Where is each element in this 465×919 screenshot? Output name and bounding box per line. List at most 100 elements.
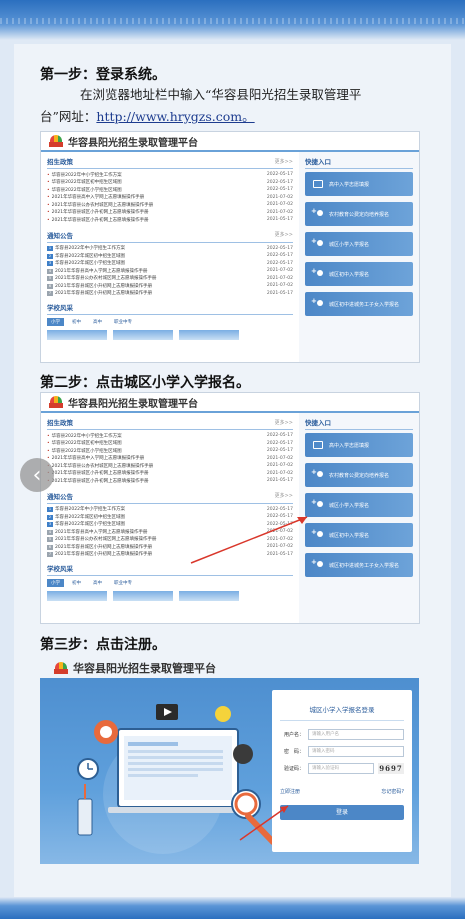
notice-item-title[interactable]: 华容县2022年城区初中招生区域图 [55,254,125,259]
policy-item-date: 2021-07-02 [266,194,293,200]
platform-name: 华容县阳光招生录取管理平台 [68,137,198,149]
gallery-thumb[interactable] [113,330,173,340]
step1-title: 第一步：登录系统。 [40,67,166,83]
policy-list-item[interactable]: •2021年华容县公办农村城区网上志愿填报操作手册 2021-07-02 [47,201,293,209]
notice-item-date: 2021-07-02 [266,268,293,274]
portal-header: 华容县阳光招生录取管理平台 [41,132,419,152]
notice-item-title[interactable]: 2021年华容县高中入学网上志愿填报操作手册 [55,269,147,274]
policy-item-title[interactable]: 2021年华容县公办农村城区网上志愿填报操作手册 [52,203,153,208]
step1-text-line2: 台”网址：http://www.hrygzs.com。 [40,106,255,128]
gallery-tab[interactable]: 初中 [68,318,85,326]
quick-entry-label: 农村教育公费定向培养报名 [329,211,390,218]
notice-item-date: 2021-07-02 [266,283,293,289]
bullet-icon: • [47,210,50,216]
carousel-prev-icon[interactable]: ‹ [20,458,54,492]
gallery-tab[interactable]: 高中 [89,318,106,326]
platform-url-link[interactable]: http://www.hrygzs.com。 [96,109,254,124]
platform-logo-icon [49,135,63,147]
notice-list-item[interactable]: 5 2021年华容县公办农村城区网上志愿填报操作手册 2021-07-02 [47,275,293,283]
notice-item-title-wrap: 6 2021年华容县城区小升初网上志愿填报操作手册 [47,283,152,289]
quick-entry-label: 城区小学入学报名 [329,241,370,248]
policy-item-title-wrap: • 华容县2022年城区初中招生区域图 [47,179,122,185]
bullet-icon: • [47,172,50,178]
notice-item-date: 2022-05-17 [266,260,293,266]
policy-item-title-wrap: • 2021年华容县高中入学网上志愿填报操作手册 [47,194,144,200]
policy-item-title[interactable]: 2021年华容县城区小升初网上志愿填报操作手册 [52,210,149,215]
rank-badge: 5 [47,276,53,282]
notice-item-date: 2021-07-02 [266,275,293,281]
rank-badge: 7 [47,291,53,297]
policy-list-item[interactable]: • 华容县2022年中小学招生工作方案 2022-05-17 [47,171,293,179]
notice-item-date: 2021-05-17 [266,290,293,296]
policy-item-title-wrap: •2021年华容县城区小升初网上志愿填报操作手册 [47,209,149,215]
step2-title: 第二步：点击城区小学入学报名。 [40,375,250,391]
notice-item-date: 2022-05-17 [266,253,293,259]
notice-item-title[interactable]: 2021年华容县城区小升初网上志愿填报操作手册 [55,284,152,289]
login-page-header: 华容县阳光招生录取管理平台 [54,660,216,676]
gallery-thumb[interactable] [179,330,239,340]
gallery-tab[interactable]: 小学 [47,318,64,326]
policy-item-title[interactable]: 华容县2022年城区小学招生区域图 [52,188,122,193]
notice-item-title-wrap: 3 华容县2022年城区小学招生区域图 [47,260,125,267]
policy-list-item[interactable]: •2021年华容县城区小升初网上志愿填报操作手册 2021-07-02 [47,209,293,217]
policy-item-title-wrap: •2021年华容县公办农村城区网上志愿填报操作手册 [47,202,153,208]
policy-list-item[interactable]: • 华容县2022年城区小学招生区域图 2022-05-17 [47,186,293,194]
notice-list-item[interactable]: 1 华容县2022年中小学招生工作方案 2022-05-17 [47,245,293,253]
rank-badge: 1 [47,246,53,252]
notice-item-title-wrap: 1 华容县2022年中小学招生工作方案 [47,245,125,252]
policy-more-link[interactable]: 更多>> [275,158,293,165]
portal-screenshot-1: 华容县阳光招生录取管理平台 招生政策 更多>> • 华容县2022年中小学招生工作方… [40,131,420,363]
policy-list-item[interactable]: • 华容县2022年城区初中招生区域图 2022-05-17 [47,179,293,187]
policy-item-date: 2022-05-17 [266,172,293,178]
bullet-icon: • [47,180,50,186]
quick-entry-button[interactable]: 高中入学志愿填报 [305,172,413,196]
platform-name: 华容县阳光招生录取管理平台 [73,662,216,675]
policy-item-date: 2021-07-02 [266,209,293,215]
notice-list-item[interactable]: 7 2021年华容县城区小升初网上志愿填报操作手册 2021-05-17 [47,290,293,298]
policy-list-item[interactable]: •2021年华容县城区小升初网上志愿填报操作手册 2021-05-17 [47,216,293,224]
notice-item-title-wrap: 5 2021年华容县公办农村城区网上志愿填报操作手册 [47,275,156,282]
notice-item-title-wrap: 4 2021年华容县高中入学网上志愿填报操作手册 [47,268,147,274]
quick-entry-button[interactable]: 农村教育公费定向培养报名 [305,202,413,226]
notice-list-item[interactable]: 2 华容县2022年城区初中招生区域图 2022-05-17 [47,252,293,260]
policy-item-title-wrap: •2021年华容县城区小升初网上志愿填报操作手册 [47,217,149,223]
notice-list-item[interactable]: 3 华容县2022年城区小学招生区域图 2022-05-17 [47,260,293,268]
red-pointer-arrow [190,516,308,564]
policy-item-title[interactable]: 华容县2022年城区初中招生区域图 [52,180,122,185]
add-people-icon [311,267,323,278]
add-people-icon [311,297,323,308]
step1-text-prefix: 台”网址： [40,109,97,124]
quick-entry-label: 城区初中进城务工子女入学报名 [329,301,400,308]
bullet-icon: • [47,217,50,223]
notice-section-title: 通知公告 [47,231,73,240]
rank-badge: 4 [47,268,53,274]
gallery-section-title: 学校风采 [47,304,73,312]
notice-item-date: 2022-05-17 [266,245,293,251]
add-people-icon [311,207,323,218]
notice-list-item[interactable]: 4 2021年华容县高中入学网上志愿填报操作手册 2021-07-02 [47,267,293,275]
quick-entry-button[interactable]: 城区初中进城务工子女入学报名 [305,292,413,316]
policy-item-title[interactable]: 华容县2022年中小学招生工作方案 [52,173,122,178]
policy-item-title[interactable]: 2021年华容县城区小升初网上志愿填报操作手册 [52,218,149,223]
red-pointer-arrow [239,805,289,841]
policy-item-date: 2022-05-17 [266,187,293,193]
policy-item-title-wrap: • 华容县2022年城区小学招生区域图 [47,187,122,193]
notice-item-title[interactable]: 华容县2022年中小学招生工作方案 [55,246,125,251]
notice-more-link[interactable]: 更多>> [275,231,293,238]
top-decorative-band [0,0,465,40]
quick-entry-label: 高中入学志愿填报 [329,181,370,188]
gallery-tab[interactable]: 职业中专 [110,318,136,326]
policy-list-item[interactable]: • 2021年华容县高中入学网上志愿填报操作手册 2021-07-02 [47,194,293,202]
notice-list-item[interactable]: 6 2021年华容县城区小升初网上志愿填报操作手册 2021-07-02 [47,282,293,290]
portal-screenshot-2: 华容县阳光招生录取管理平台 招生政策 更多>> • 华容县2022年中小学招生工作方… [40,392,420,624]
policy-section-title: 招生政策 [47,158,73,166]
quick-entry-button[interactable]: 城区小学入学报名 [305,232,413,256]
notice-item-title[interactable]: 2021年华容县城区小升初网上志愿填报操作手册 [55,291,152,296]
bottom-decorative-band [0,897,465,919]
gallery-thumb[interactable] [47,330,107,340]
policy-item-title[interactable]: 2021年华容县高中入学网上志愿填报操作手册 [52,195,144,200]
notice-item-title[interactable]: 2021年华容县公办农村城区网上志愿填报操作手册 [55,276,156,281]
notice-item-title[interactable]: 华容县2022年城区小学招生区域图 [55,261,125,266]
document-icon [313,180,323,188]
quick-entry-button[interactable]: 城区初中入学报名 [305,262,413,286]
